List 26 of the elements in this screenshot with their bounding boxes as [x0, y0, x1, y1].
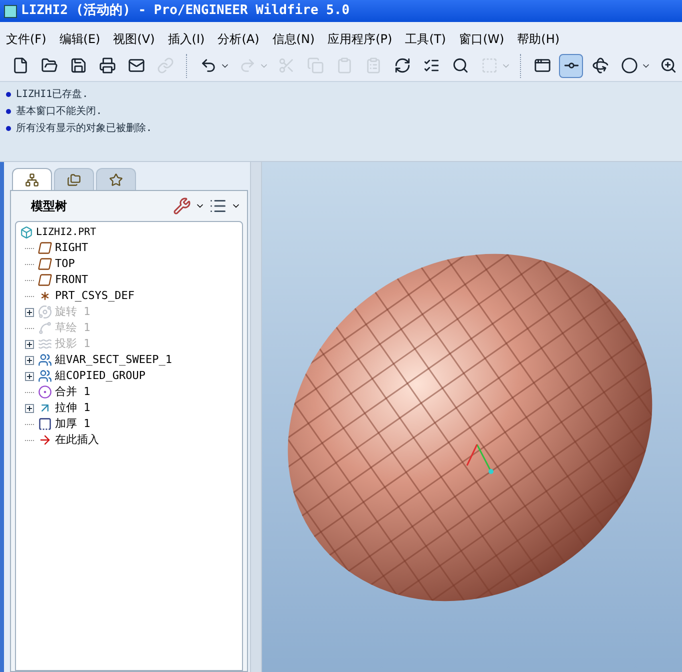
message-text: 基本窗口不能关闭. — [16, 104, 102, 118]
tree-item[interactable]: 在此插入 — [55, 432, 99, 448]
message-text: LIZHI1已存盘. — [16, 88, 88, 102]
tree-item[interactable]: 組COPIED_GROUP — [55, 368, 146, 384]
menu-item[interactable]: 窗口(W) — [456, 30, 506, 48]
panel-title: 模型树 — [31, 198, 67, 215]
tree-item[interactable]: PRT_CSYS_DEF — [55, 288, 134, 304]
tree-item[interactable]: 組VAR_SECT_SWEEP_1 — [55, 352, 172, 368]
menu-item[interactable]: 工具(T) — [403, 30, 448, 48]
tree-item[interactable]: LIZHI2.PRT — [36, 224, 96, 240]
menu-item[interactable]: 文件(F) — [4, 30, 48, 48]
message-text: 所有没有显示的对象已被删除. — [16, 122, 152, 136]
menu-item[interactable]: 插入(I) — [166, 30, 207, 48]
tree-item[interactable]: 合并 1 — [55, 384, 90, 400]
menu-item[interactable]: 分析(A) — [216, 30, 262, 48]
tree-item[interactable]: 加厚 1 — [55, 416, 90, 432]
menu-item[interactable]: 编辑(E) — [57, 30, 102, 48]
menu-item[interactable]: 帮助(H) — [515, 30, 562, 48]
window-title: LIZHI2 (活动的) - Pro/ENGINEER Wildfire 5.0 — [21, 2, 350, 20]
tree-item[interactable]: TOP — [55, 256, 75, 272]
tree-item[interactable]: FRONT — [55, 272, 88, 288]
tree-item[interactable]: RIGHT — [55, 240, 88, 256]
tree-item[interactable]: 拉伸 1 — [55, 400, 90, 416]
menu-item[interactable]: 应用程序(P) — [326, 30, 394, 48]
menu-item[interactable]: 信息(N) — [270, 30, 317, 48]
menu-item[interactable]: 视图(V) — [111, 30, 157, 48]
